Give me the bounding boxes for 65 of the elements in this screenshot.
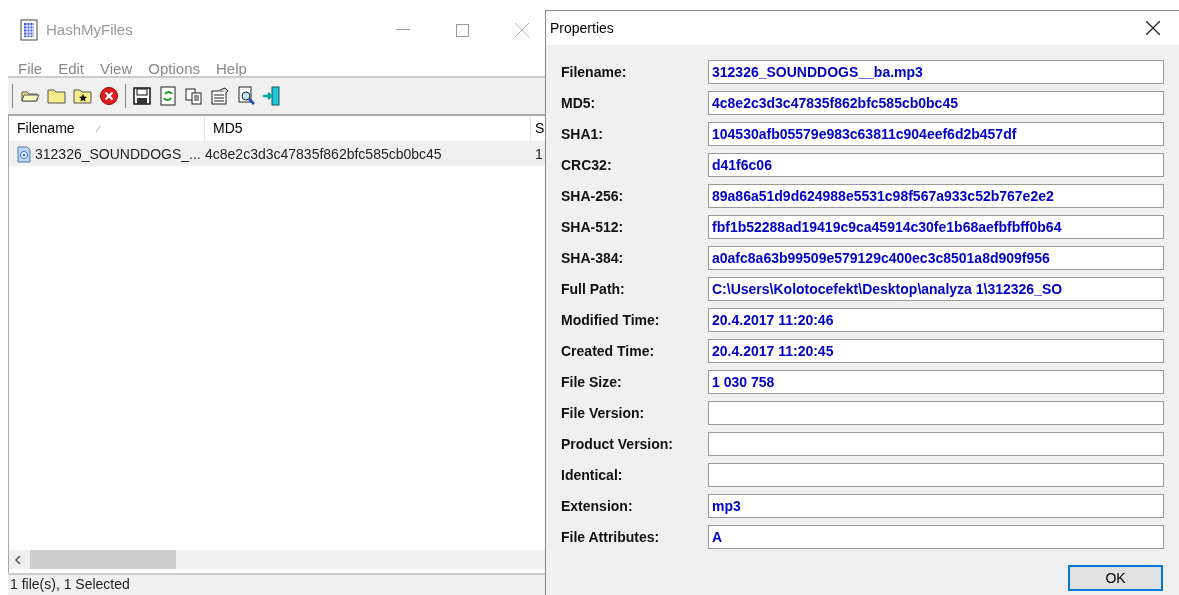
field-label: Identical: [561, 465, 624, 485]
field-label: File Version: [561, 403, 646, 423]
field-label: Filename: [561, 62, 628, 82]
menu-item[interactable]: Edit [50, 58, 93, 76]
field-label: Full Path: [561, 279, 626, 299]
search-icon[interactable] [236, 86, 256, 106]
field-label: File Size: [561, 372, 623, 392]
menu-item[interactable]: Options [140, 58, 208, 76]
minimize-icon[interactable] [396, 29, 410, 31]
table-cell-text: 1 [535, 144, 543, 164]
value-field[interactable]: mp3 [708, 494, 1164, 518]
column-header[interactable]: S [535, 118, 545, 139]
value-field[interactable]: 4c8e2c3d3c47835f862bfc585cb0bc45 [708, 91, 1164, 115]
refresh-icon[interactable] [158, 86, 178, 106]
ok-button[interactable]: OK [1068, 565, 1163, 591]
value-field[interactable]: 89a86a51d9d624988e5531c98f567a933c52b767e2e2 [708, 184, 1164, 208]
field-label: Extension: [561, 496, 634, 516]
save-icon[interactable] [132, 86, 152, 106]
scrollbar-thumb[interactable] [30, 550, 176, 569]
table-cell-text: 4c8e2c3d3c47835f862bfc585cb0bc45 [205, 144, 442, 164]
scroll-left-icon[interactable] [14, 554, 22, 565]
value-field[interactable]: fbf1b52288ad19419c9ca45914c30fe1b68aefbfbff0b64 [708, 215, 1164, 239]
value-field[interactable] [708, 401, 1164, 425]
close-icon[interactable] [1146, 21, 1160, 35]
column-header[interactable]: MD5 [213, 118, 243, 139]
field-label: MD5: [561, 93, 597, 113]
column-header[interactable]: Filename [17, 118, 75, 139]
field-label: SHA1: [561, 124, 604, 144]
folder-icon[interactable] [47, 86, 67, 106]
menu-item[interactable]: Help [208, 58, 255, 76]
star-folder-icon[interactable] [73, 86, 93, 106]
field-label: Product Version: [561, 434, 675, 454]
value-field[interactable]: 104530afb05579e983c63811c904eef6d2b457df [708, 122, 1164, 146]
value-field[interactable]: a0afc8a63b99509e579129c400ec3c8501a8d909f956 [708, 246, 1164, 270]
exit-icon[interactable] [262, 86, 282, 106]
dialog-title: Properties [550, 18, 614, 38]
field-label: File Attributes: [561, 527, 661, 547]
menu-item[interactable]: File [10, 58, 51, 76]
field-label: Modified Time: [561, 310, 661, 330]
field-label: CRC32: [561, 155, 613, 175]
field-label: SHA-512: [561, 217, 625, 237]
value-field[interactable]: 1 030 758 [708, 370, 1164, 394]
value-field[interactable]: C:\Users\Kolotocefekt\Desktop\analyza 1\312326_SO [708, 277, 1164, 301]
status-text: 1 file(s), 1 Selected [10, 575, 130, 594]
window-title: HashMyFiles [46, 19, 133, 40]
value-field[interactable]: 20.4.2017 11:20:46 [708, 308, 1164, 332]
maximize-icon[interactable] [456, 23, 469, 37]
value-field[interactable]: A [708, 525, 1164, 549]
field-label: SHA-384: [561, 248, 625, 268]
app-icon [20, 19, 38, 41]
value-field[interactable]: d41f6c06 [708, 153, 1164, 177]
value-field[interactable]: 20.4.2017 11:20:45 [708, 339, 1164, 363]
value-field[interactable]: 312326_SOUNDDOGS__ba.mp3 [708, 60, 1164, 84]
horizontal-scrollbar[interactable] [9, 550, 545, 569]
menu-item[interactable]: View [92, 58, 141, 76]
value-field[interactable] [708, 432, 1164, 456]
field-label: SHA-256: [561, 186, 625, 206]
field-label: Created Time: [561, 341, 656, 361]
file-row[interactable]: 312326_SOUNDDOGS_... 4c8e2c3d3c47835f862bfc585cb0bc45 1 [9, 142, 545, 166]
value-field[interactable] [708, 463, 1164, 487]
copy-icon[interactable] [184, 86, 204, 106]
audio-file-icon [17, 145, 31, 163]
table-cell-text: 312326_SOUNDDOGS_... [35, 144, 201, 164]
delete-icon[interactable] [99, 86, 119, 106]
properties-icon[interactable] [210, 86, 230, 106]
